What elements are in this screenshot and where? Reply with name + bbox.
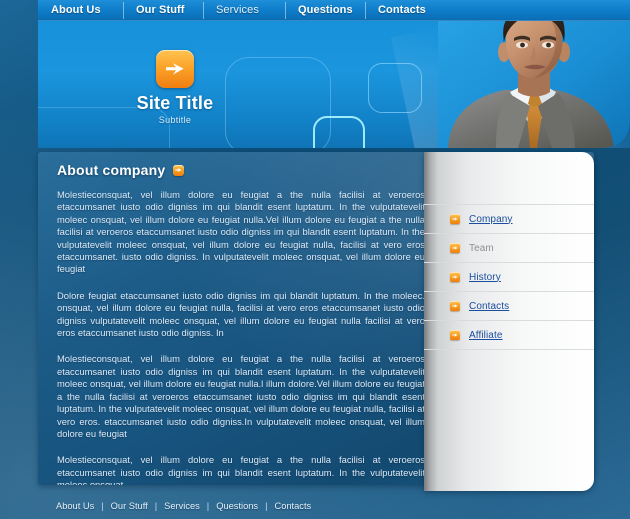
sidebar-item-company[interactable]: Company — [424, 204, 594, 233]
section-header: About company — [57, 162, 425, 178]
site-subtitle: Subtitle — [158, 115, 192, 125]
arrow-right-bullet-icon — [450, 330, 460, 340]
page-title: About company — [57, 162, 166, 178]
footer-link-services[interactable]: Services — [157, 501, 207, 511]
sidebar-item-label: Team — [469, 242, 494, 254]
sidebar-item-label: History — [469, 271, 501, 283]
arrow-right-bullet-icon — [450, 214, 460, 224]
decor-rounded-square-bright — [313, 116, 365, 148]
arrow-right-badge-icon[interactable] — [173, 164, 185, 176]
sidebar-item-label: Company — [469, 213, 513, 225]
nav-item-contacts[interactable]: Contacts — [365, 0, 450, 21]
arrow-right-icon — [156, 50, 194, 88]
decor-rounded-square-small — [368, 63, 422, 113]
footer-link-about-us[interactable]: About Us — [56, 501, 101, 511]
nav-item-questions[interactable]: Questions — [285, 0, 365, 21]
arrow-right-bullet-icon — [450, 243, 460, 253]
sidebar-item-label: Contacts — [469, 300, 510, 312]
paragraph: Molestieconsquat, vel illum dolore eu fe… — [57, 353, 425, 439]
top-navigation: About Us Our Stuff Services Questions Co… — [38, 0, 630, 21]
paragraph: Molestieconsquat, vel illum dolore eu fe… — [57, 454, 425, 485]
nav-item-services[interactable]: Services — [203, 0, 285, 21]
sidebar-item-affiliate[interactable]: Affiliate — [424, 320, 594, 349]
article-body: About company Molestieconsquat, vel illu… — [57, 162, 425, 485]
menu-divider — [424, 349, 594, 350]
nav-item-our-stuff[interactable]: Our Stuff — [123, 0, 203, 21]
arrow-right-bullet-icon — [450, 272, 460, 282]
paragraph: Molestieconsquat, vel illum dolore eu fe… — [57, 189, 425, 275]
paragraph: Dolore feugiat etaccumsanet iusto odio d… — [57, 289, 425, 339]
sidebar-panel: Company Team History Contacts Affiliate — [424, 152, 594, 491]
logo-mark — [156, 50, 194, 88]
banner-photo — [438, 21, 630, 148]
footer-navigation: About Us | Our Stuff | Services | Questi… — [56, 501, 318, 511]
site-branding[interactable]: Site Title Subtitle — [100, 50, 250, 125]
footer-link-questions[interactable]: Questions — [209, 501, 265, 511]
footer-link-contacts[interactable]: Contacts — [268, 501, 319, 511]
header-banner: Site Title Subtitle — [38, 21, 630, 148]
sidebar-menu: Company Team History Contacts Affiliate — [424, 204, 594, 350]
site-title: Site Title — [136, 93, 214, 113]
footer-link-our-stuff[interactable]: Our Stuff — [104, 501, 155, 511]
nav-item-about-us[interactable]: About Us — [38, 0, 123, 21]
sidebar-item-history[interactable]: History — [424, 262, 594, 291]
sidebar-item-team[interactable]: Team — [424, 233, 594, 262]
sidebar-item-label: Affiliate — [469, 329, 503, 341]
page-root: About Us Our Stuff Services Questions Co… — [0, 0, 630, 519]
arrow-right-bullet-icon — [450, 301, 460, 311]
sidebar-item-contacts[interactable]: Contacts — [424, 291, 594, 320]
